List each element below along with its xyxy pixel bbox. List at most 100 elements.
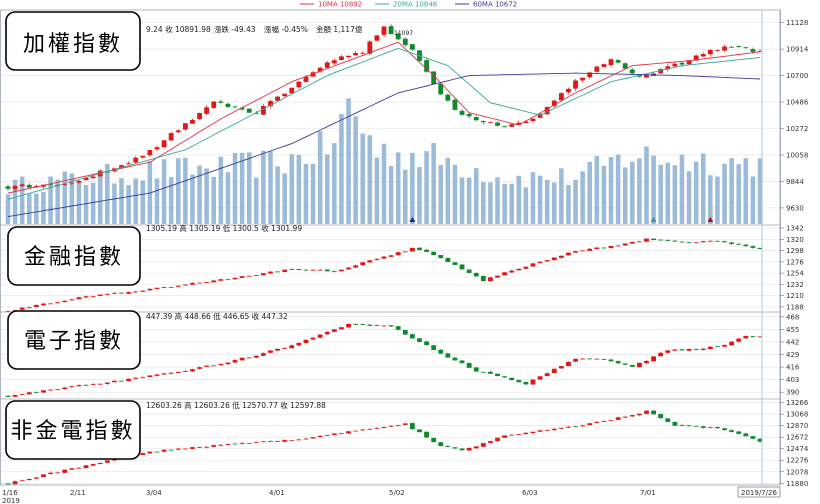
- candle-body: [573, 80, 578, 89]
- candle-body: [126, 292, 132, 294]
- candle-body: [615, 60, 621, 63]
- candle-body: [381, 256, 387, 259]
- candle-body: [303, 269, 309, 271]
- volume-bar: [544, 179, 550, 224]
- candle-body: [459, 264, 465, 270]
- candle-body: [48, 389, 53, 391]
- candle-body: [615, 361, 621, 364]
- non-fin-electronics-info-text: 12603.26 高 12603.26 低 12570.77 收 12597.8…: [146, 400, 326, 410]
- candle-body: [360, 429, 366, 431]
- candle-body: [587, 423, 593, 426]
- candle-body: [218, 101, 224, 103]
- candle-body: [466, 447, 472, 451]
- candle-body: [253, 275, 259, 276]
- candle-body: [296, 342, 302, 346]
- candle-body: [275, 441, 280, 442]
- volume-bar: [708, 175, 713, 224]
- volume-bar: [452, 164, 458, 224]
- volume-bar: [197, 165, 202, 224]
- volume-layer: [5, 98, 763, 224]
- candle-body: [211, 101, 217, 108]
- candle-body: [707, 240, 713, 242]
- taiex-info: 9.24 收 10891.98 漲跌 -49.43 漲幅 -0.45% 金額 1…: [146, 24, 413, 37]
- candle-body: [260, 353, 266, 356]
- finance-y-tick-6: 1210: [786, 292, 804, 300]
- candle-body: [715, 346, 720, 348]
- candle-body: [140, 290, 146, 292]
- candle-body: [246, 357, 252, 359]
- volume-bar: [679, 154, 685, 224]
- candle-body: [12, 185, 18, 190]
- candle-body: [665, 418, 671, 422]
- candle-body: [466, 113, 472, 117]
- title-box-electronics: 電子指數: [7, 310, 141, 370]
- candle-body: [530, 118, 536, 121]
- candle-body: [33, 304, 39, 307]
- candle-body: [502, 272, 508, 276]
- candle-body: [360, 324, 366, 325]
- candle-body: [409, 247, 415, 252]
- candle-body: [395, 326, 401, 330]
- taiex-info-text: 9.24 收 10891.98: [146, 24, 211, 34]
- candle-body: [580, 425, 586, 427]
- candle-body: [452, 262, 458, 265]
- candle-body: [558, 255, 564, 258]
- volume-bar: [360, 133, 365, 224]
- candle-body: [452, 447, 458, 449]
- candle-body: [495, 275, 500, 278]
- volume-bar: [303, 163, 309, 224]
- volume-bar: [381, 143, 387, 224]
- finance-y-tick-1: 1320: [786, 236, 804, 244]
- candle-body: [62, 387, 68, 390]
- candle-body: [197, 282, 202, 284]
- candle-body: [353, 323, 359, 325]
- volume-bar: [445, 157, 451, 224]
- candle-body: [147, 288, 153, 291]
- candle-body: [147, 150, 153, 156]
- x-label-1: 2/11: [70, 489, 86, 497]
- candle-body: [353, 265, 359, 268]
- finance-info-text: 1305.19 高 1305.19 低 1300.5 收 1301.99: [146, 223, 302, 233]
- volume-bar: [83, 185, 89, 224]
- candle-body: [232, 106, 238, 108]
- candle-body: [76, 180, 82, 183]
- electronics-y-tick-6: 390: [786, 389, 799, 397]
- candle-body: [622, 243, 628, 246]
- candle-body: [580, 77, 586, 81]
- candle-body: [232, 360, 238, 363]
- taiex-change-label: 漲跌 -49.43: [214, 24, 256, 34]
- volume-bar: [750, 176, 756, 224]
- candle-body: [679, 62, 685, 65]
- candle-body: [190, 447, 195, 449]
- legend-label-10ma: 10MA 10892: [318, 1, 362, 9]
- candle-body: [19, 184, 25, 187]
- candle-body: [566, 426, 571, 428]
- candle-body: [76, 467, 82, 469]
- candle-body: [707, 49, 713, 55]
- candle-body: [381, 26, 387, 35]
- candle-body: [743, 47, 749, 49]
- candle-body: [658, 352, 664, 357]
- candle-body: [736, 431, 742, 434]
- volume-bar: [310, 163, 316, 224]
- volume-bar: [275, 166, 280, 224]
- candle-body: [161, 140, 167, 148]
- candle-body: [445, 353, 451, 358]
- candle-body: [495, 373, 500, 377]
- electronics-y-tick-0: 468: [786, 313, 799, 321]
- taiex-y-tick-1: 10914: [786, 46, 809, 54]
- candle-body: [317, 334, 323, 338]
- candle-body: [41, 474, 46, 478]
- volume-bar: [246, 152, 252, 224]
- x-year-label: 2019: [2, 497, 20, 504]
- candle-body: [488, 441, 493, 443]
- candle-body: [69, 468, 75, 470]
- candle-body: [544, 430, 550, 432]
- candle-body: [182, 123, 188, 130]
- candle-body: [310, 437, 316, 439]
- candle-body: [26, 307, 32, 309]
- candle-body: [629, 69, 635, 74]
- candle-body: [424, 249, 429, 252]
- candle-body: [282, 93, 288, 97]
- candle-body: [743, 244, 749, 247]
